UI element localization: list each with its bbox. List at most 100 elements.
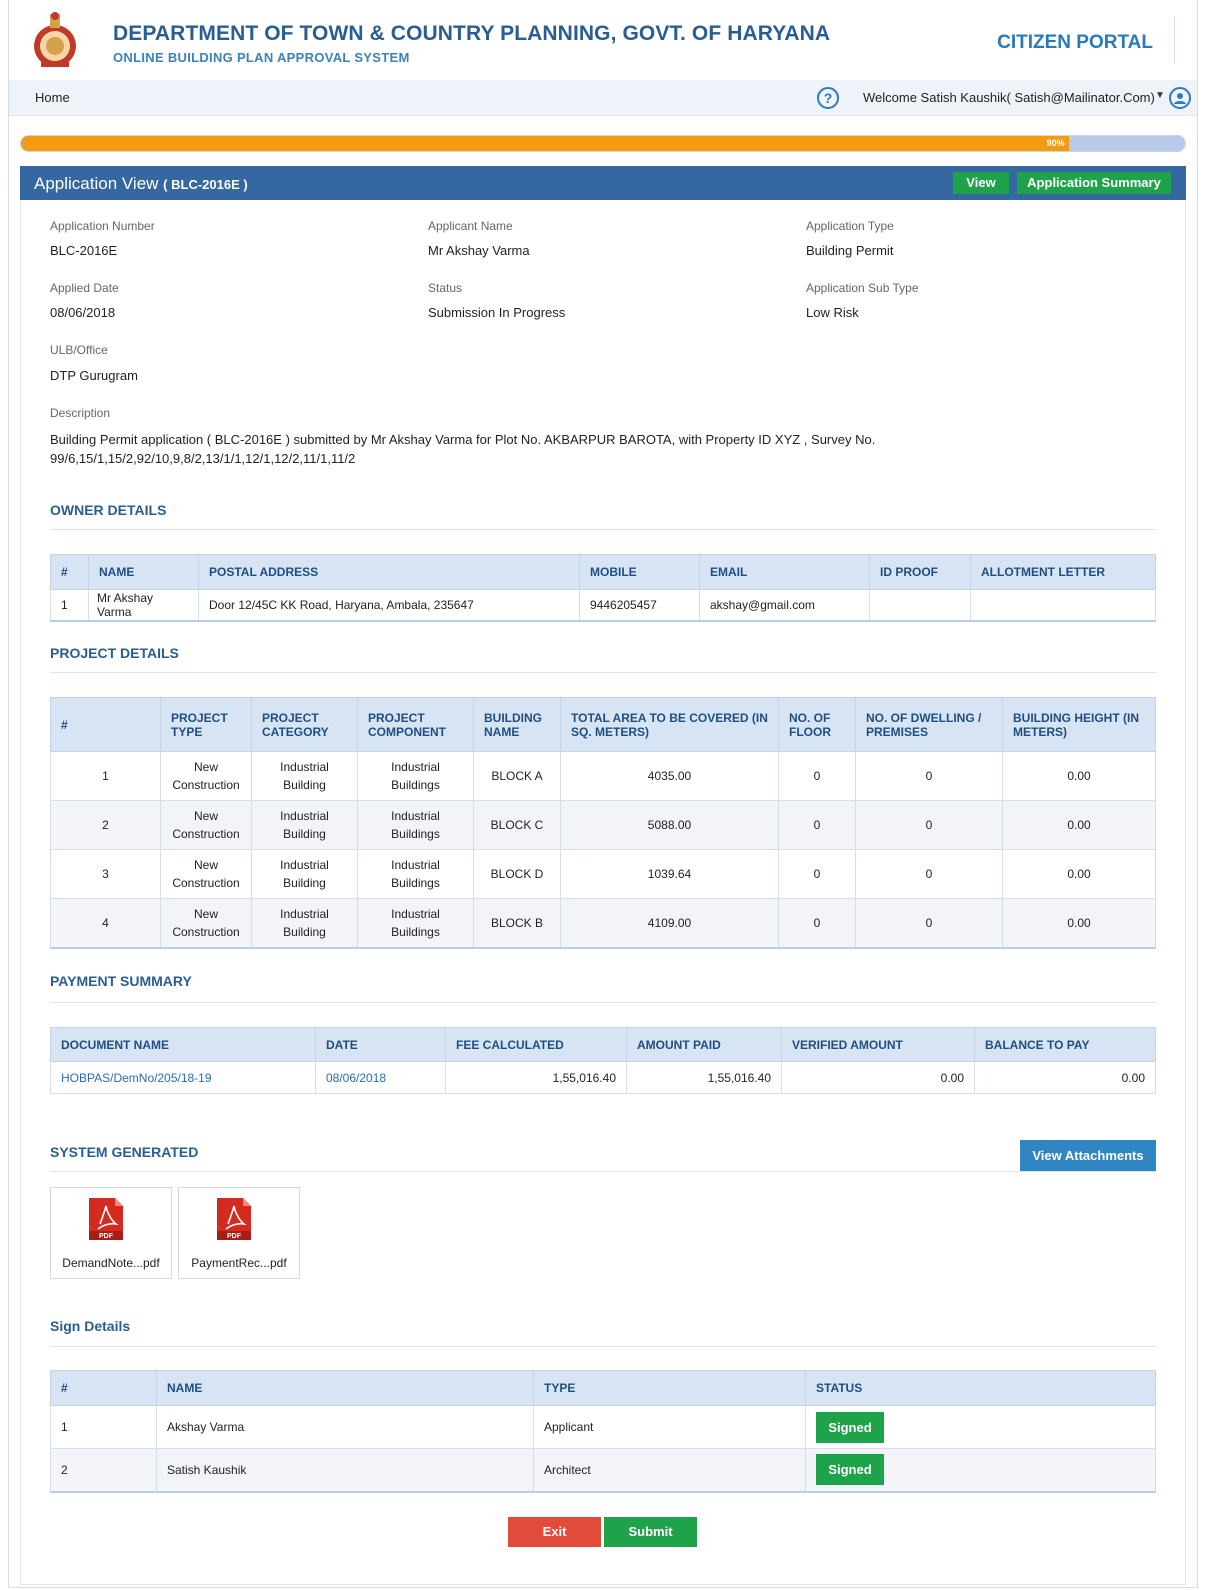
signed-status-badge: Signed bbox=[816, 1454, 884, 1486]
table-cell: 0 bbox=[778, 849, 856, 899]
application-code: ( BLC-2016E ) bbox=[163, 177, 248, 192]
table-row: 1 Akshay Varma Applicant Signed bbox=[50, 1405, 1156, 1449]
table-row: 3 New Construction Industrial Building I… bbox=[50, 849, 1156, 899]
file-name: DemandNote...pdf bbox=[62, 1256, 160, 1270]
table-cell: Applicant bbox=[533, 1405, 806, 1449]
application-number-value: BLC-2016E bbox=[50, 243, 118, 258]
section-divider bbox=[50, 1346, 1156, 1347]
view-attachments-button[interactable]: View Attachments bbox=[1020, 1140, 1156, 1171]
table-cell: Door 12/45C KK Road, Haryana, Ambala, 23… bbox=[198, 589, 580, 622]
column-header: PROJECT CATEGORY bbox=[251, 697, 358, 752]
system-subtitle: ONLINE BUILDING PLAN APPROVAL SYSTEM bbox=[113, 50, 410, 65]
portal-label: CITIZEN PORTAL bbox=[997, 32, 1153, 53]
document-name-link[interactable]: HOBPAS/DemNo/205/18-19 bbox=[50, 1061, 316, 1094]
column-header: ALLOTMENT LETTER bbox=[970, 554, 1156, 590]
description-label: Description bbox=[50, 406, 111, 420]
table-cell: 1039.64 bbox=[560, 849, 779, 899]
owner-table: # NAME POSTAL ADDRESS MOBILE EMAIL ID PR… bbox=[50, 554, 1156, 622]
column-header: MOBILE bbox=[579, 554, 700, 590]
sign-table: # NAME TYPE STATUS 1 Akshay Varma Applic… bbox=[50, 1370, 1156, 1493]
fee-calculated: 1,55,016.40 bbox=[445, 1061, 627, 1094]
chevron-down-icon[interactable]: ▼ bbox=[1155, 90, 1165, 101]
table-cell: 0 bbox=[778, 751, 856, 801]
page-title: Application View ( BLC-2016E ) bbox=[34, 174, 248, 194]
table-row: 4 New Construction Industrial Building I… bbox=[50, 898, 1156, 949]
table-row: 2 Satish Kaushik Architect Signed bbox=[50, 1448, 1156, 1493]
applied-date-label: Applied Date bbox=[50, 281, 119, 295]
application-summary-button[interactable]: Application Summary bbox=[1017, 172, 1171, 194]
submit-button[interactable]: Submit bbox=[604, 1517, 697, 1547]
table-cell: 4035.00 bbox=[560, 751, 779, 801]
user-circle-icon[interactable] bbox=[1169, 87, 1191, 109]
payment-date: 08/06/2018 bbox=[315, 1061, 446, 1094]
section-divider bbox=[50, 1171, 1156, 1172]
progress-fill: 90% bbox=[21, 136, 1069, 151]
table-cell: akshay@gmail.com bbox=[699, 589, 870, 622]
column-header: FEE CALCULATED bbox=[445, 1027, 627, 1062]
table-cell: Industrial Buildings bbox=[357, 751, 474, 801]
department-title: DEPARTMENT OF TOWN & COUNTRY PLANNING, G… bbox=[113, 22, 831, 45]
ulb-office-value: DTP Gurugram bbox=[50, 368, 138, 383]
table-header-row: # PROJECT TYPE PROJECT CATEGORY PROJECT … bbox=[50, 697, 1156, 752]
column-header: # bbox=[50, 554, 89, 590]
pdf-badge-text: PDF bbox=[227, 1233, 242, 1240]
column-header: TYPE bbox=[533, 1370, 806, 1406]
pdf-badge-text: PDF bbox=[99, 1233, 114, 1240]
table-cell: Satish Kaushik bbox=[156, 1448, 534, 1493]
file-card-payment-receipt[interactable]: PDF PaymentRec...pdf bbox=[178, 1187, 300, 1279]
column-header: # bbox=[50, 1370, 157, 1406]
top-nav: Home ? Welcome Satish Kaushik( Satish@Ma… bbox=[9, 80, 1197, 116]
table-header-row: # NAME POSTAL ADDRESS MOBILE EMAIL ID PR… bbox=[50, 554, 1156, 590]
column-header: BALANCE TO PAY bbox=[974, 1027, 1156, 1062]
nav-home-link[interactable]: Home bbox=[35, 90, 70, 105]
file-card-demand-note[interactable]: PDF DemandNote...pdf bbox=[50, 1187, 172, 1279]
table-cell: 4109.00 bbox=[560, 898, 779, 949]
amount-paid: 1,55,016.40 bbox=[626, 1061, 782, 1094]
description-text: Building Permit application ( BLC-2016E … bbox=[50, 432, 876, 466]
file-name: PaymentRec...pdf bbox=[191, 1256, 287, 1270]
table-row: HOBPAS/DemNo/205/18-19 08/06/2018 1,55,0… bbox=[50, 1061, 1156, 1094]
progress-label: 90% bbox=[1046, 138, 1065, 148]
column-header: PROJECT TYPE bbox=[160, 697, 252, 752]
section-divider bbox=[50, 1002, 1156, 1003]
column-header: POSTAL ADDRESS bbox=[198, 554, 580, 590]
owner-details-title: OWNER DETAILS bbox=[50, 502, 167, 518]
table-cell: New Construction bbox=[160, 751, 252, 801]
ulb-office-label: ULB/Office bbox=[50, 343, 108, 357]
column-header: NAME bbox=[156, 1370, 534, 1406]
view-button[interactable]: View bbox=[953, 172, 1009, 194]
exit-button[interactable]: Exit bbox=[508, 1517, 601, 1547]
table-cell: 4 bbox=[50, 898, 161, 949]
table-cell: 5088.00 bbox=[560, 800, 779, 850]
table-row: 1 Mr Akshay Varma Door 12/45C KK Road, H… bbox=[50, 589, 1156, 622]
balance-to-pay: 0.00 bbox=[974, 1061, 1156, 1094]
table-cell: 0 bbox=[778, 898, 856, 949]
table-cell: New Construction bbox=[160, 898, 252, 949]
welcome-user-menu[interactable]: Welcome Satish Kaushik( Satish@Mailinato… bbox=[863, 90, 1155, 105]
table-cell: 1 bbox=[50, 589, 89, 622]
help-circle-icon[interactable]: ? bbox=[817, 87, 839, 109]
table-header-row: # NAME TYPE STATUS bbox=[50, 1370, 1156, 1406]
status-value: Submission In Progress bbox=[428, 305, 566, 320]
status-label: Status bbox=[428, 281, 463, 295]
application-type-value: Building Permit bbox=[806, 243, 894, 258]
table-row: 2 New Construction Industrial Building I… bbox=[50, 800, 1156, 850]
application-type-label: Application Type bbox=[806, 219, 894, 233]
applied-date-value: 08/06/2018 bbox=[50, 305, 116, 320]
column-header: STATUS bbox=[805, 1370, 1156, 1406]
column-header: DATE bbox=[315, 1027, 446, 1062]
table-cell: 0 bbox=[855, 849, 1003, 899]
applicant-name-value: Mr Akshay Varma bbox=[428, 243, 530, 258]
table-cell: 0 bbox=[778, 800, 856, 850]
table-cell: Industrial Buildings bbox=[357, 800, 474, 850]
table-cell: 0.00 bbox=[1002, 800, 1156, 850]
table-cell: Mr Akshay Varma bbox=[88, 589, 199, 622]
column-header: DOCUMENT NAME bbox=[50, 1027, 316, 1062]
table-cell: BLOCK D bbox=[473, 849, 561, 899]
table-cell: Akshay Varma bbox=[156, 1405, 534, 1449]
column-header: NO. OF DWELLING / PREMISES bbox=[855, 697, 1003, 752]
pdf-file-icon: PDF bbox=[217, 1198, 251, 1240]
column-header: AMOUNT PAID bbox=[626, 1027, 782, 1062]
progress-bar: 90% bbox=[20, 135, 1186, 152]
table-cell: Industrial Building bbox=[251, 751, 358, 801]
